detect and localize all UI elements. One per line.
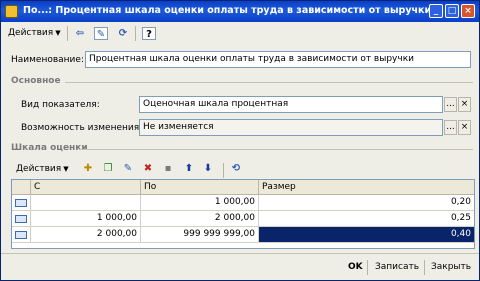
window-title: По...: Процентная шкала оценки оплаты тр… xyxy=(23,5,432,16)
main-toolbar: Действия ▼ ⇦ ✎ ⟳ ? xyxy=(3,23,477,44)
footer-separator xyxy=(424,260,425,275)
cell-to[interactable]: 2 000,00 xyxy=(141,211,259,227)
change-field[interactable]: Не изменяется xyxy=(139,119,443,136)
section-scale-title: Шкала оценки xyxy=(11,143,88,153)
cell-from[interactable] xyxy=(31,195,141,211)
scale-table[interactable]: С По Размер 1 000,00 0,20 1 000,00 2 000… xyxy=(11,179,475,249)
row-type-icon xyxy=(12,211,31,227)
title-bar[interactable]: По...: Процентная шкала оценки оплаты тр… xyxy=(1,1,479,22)
indicator-clear-button[interactable]: × xyxy=(458,97,471,112)
maximize-button[interactable]: □ xyxy=(445,4,459,18)
column-header-size[interactable]: Размер xyxy=(259,180,474,195)
maximize-icon: □ xyxy=(447,6,457,16)
row-type-icon xyxy=(12,195,31,211)
minimize-icon: _ xyxy=(433,6,439,16)
save-button[interactable]: Записать xyxy=(375,258,419,276)
cell-to[interactable]: 999 999 999,00 xyxy=(141,227,259,243)
write-icon[interactable]: ✎ xyxy=(94,27,108,40)
indicator-select-button[interactable]: ... xyxy=(444,97,457,112)
indicator-label: Вид показателя: xyxy=(21,100,100,110)
app-icon xyxy=(5,5,18,18)
scale-actions-menu-button[interactable]: Действия ▼ xyxy=(13,162,72,177)
close-icon: × xyxy=(464,6,472,16)
dialog-window: По...: Процентная шкала оценки оплаты тр… xyxy=(0,0,480,281)
cell-size-selected[interactable]: 0,40 xyxy=(259,227,474,243)
chevron-down-icon: ▼ xyxy=(55,29,61,37)
chevron-down-icon: ▼ xyxy=(63,165,69,173)
change-select-button[interactable]: ... xyxy=(444,120,457,135)
dots-icon: ... xyxy=(446,99,455,109)
section-divider xyxy=(65,82,473,83)
clear-icon: × xyxy=(460,122,469,132)
name-field[interactable]: Процентная шкала оценки оплаты труда в з… xyxy=(85,51,471,68)
move-up-icon[interactable]: ⬆ xyxy=(182,162,196,175)
actions-menu-button[interactable]: Действия ▼ xyxy=(5,26,64,41)
name-label: Наименование: xyxy=(11,55,84,65)
footer-separator xyxy=(367,260,368,275)
row-type-icon xyxy=(12,227,31,243)
ok-button[interactable]: OK xyxy=(348,258,363,276)
refresh-icon[interactable]: ⟳ xyxy=(116,27,130,40)
copy-row-icon[interactable]: ❐ xyxy=(101,162,115,175)
actions-menu-label: Действия xyxy=(8,28,54,38)
edit-row-icon[interactable]: ✎ xyxy=(121,162,135,175)
section-divider xyxy=(79,149,473,150)
delete-row-icon[interactable]: ✖ xyxy=(141,162,155,175)
column-header-from[interactable]: С xyxy=(31,180,141,195)
cell-from[interactable]: 1 000,00 xyxy=(31,211,141,227)
add-row-icon[interactable]: ✚ xyxy=(81,162,95,175)
move-down-icon[interactable]: ⬇ xyxy=(201,162,215,175)
cell-size[interactable]: 0,20 xyxy=(259,195,474,211)
help-icon[interactable]: ? xyxy=(142,27,156,40)
dots-icon: ... xyxy=(446,122,455,132)
sort-icon[interactable]: ⟲ xyxy=(229,162,243,175)
indicator-field[interactable]: Оценочная шкала процентная xyxy=(139,96,443,113)
clear-icon: × xyxy=(460,99,469,109)
minimize-button[interactable]: _ xyxy=(429,4,443,18)
footer-divider xyxy=(1,253,479,254)
end-edit-icon[interactable]: ▪ xyxy=(161,162,175,175)
toolbar-separator xyxy=(135,26,136,41)
scale-actions-label: Действия xyxy=(16,164,62,174)
cell-to[interactable]: 1 000,00 xyxy=(141,195,259,211)
cell-size[interactable]: 0,25 xyxy=(259,211,474,227)
change-clear-button[interactable]: × xyxy=(458,120,471,135)
close-button[interactable]: Закрыть xyxy=(431,258,471,276)
table-header-icon-column xyxy=(12,180,31,195)
toolbar-separator xyxy=(67,26,68,41)
back-icon[interactable]: ⇦ xyxy=(73,27,87,40)
close-window-button[interactable]: × xyxy=(461,4,475,18)
change-label: Возможность изменения: xyxy=(21,123,143,133)
section-main-title: Основное xyxy=(11,76,61,86)
toolbar-separator xyxy=(223,163,224,178)
column-header-to[interactable]: По xyxy=(141,180,259,195)
cell-from[interactable]: 2 000,00 xyxy=(31,227,141,243)
